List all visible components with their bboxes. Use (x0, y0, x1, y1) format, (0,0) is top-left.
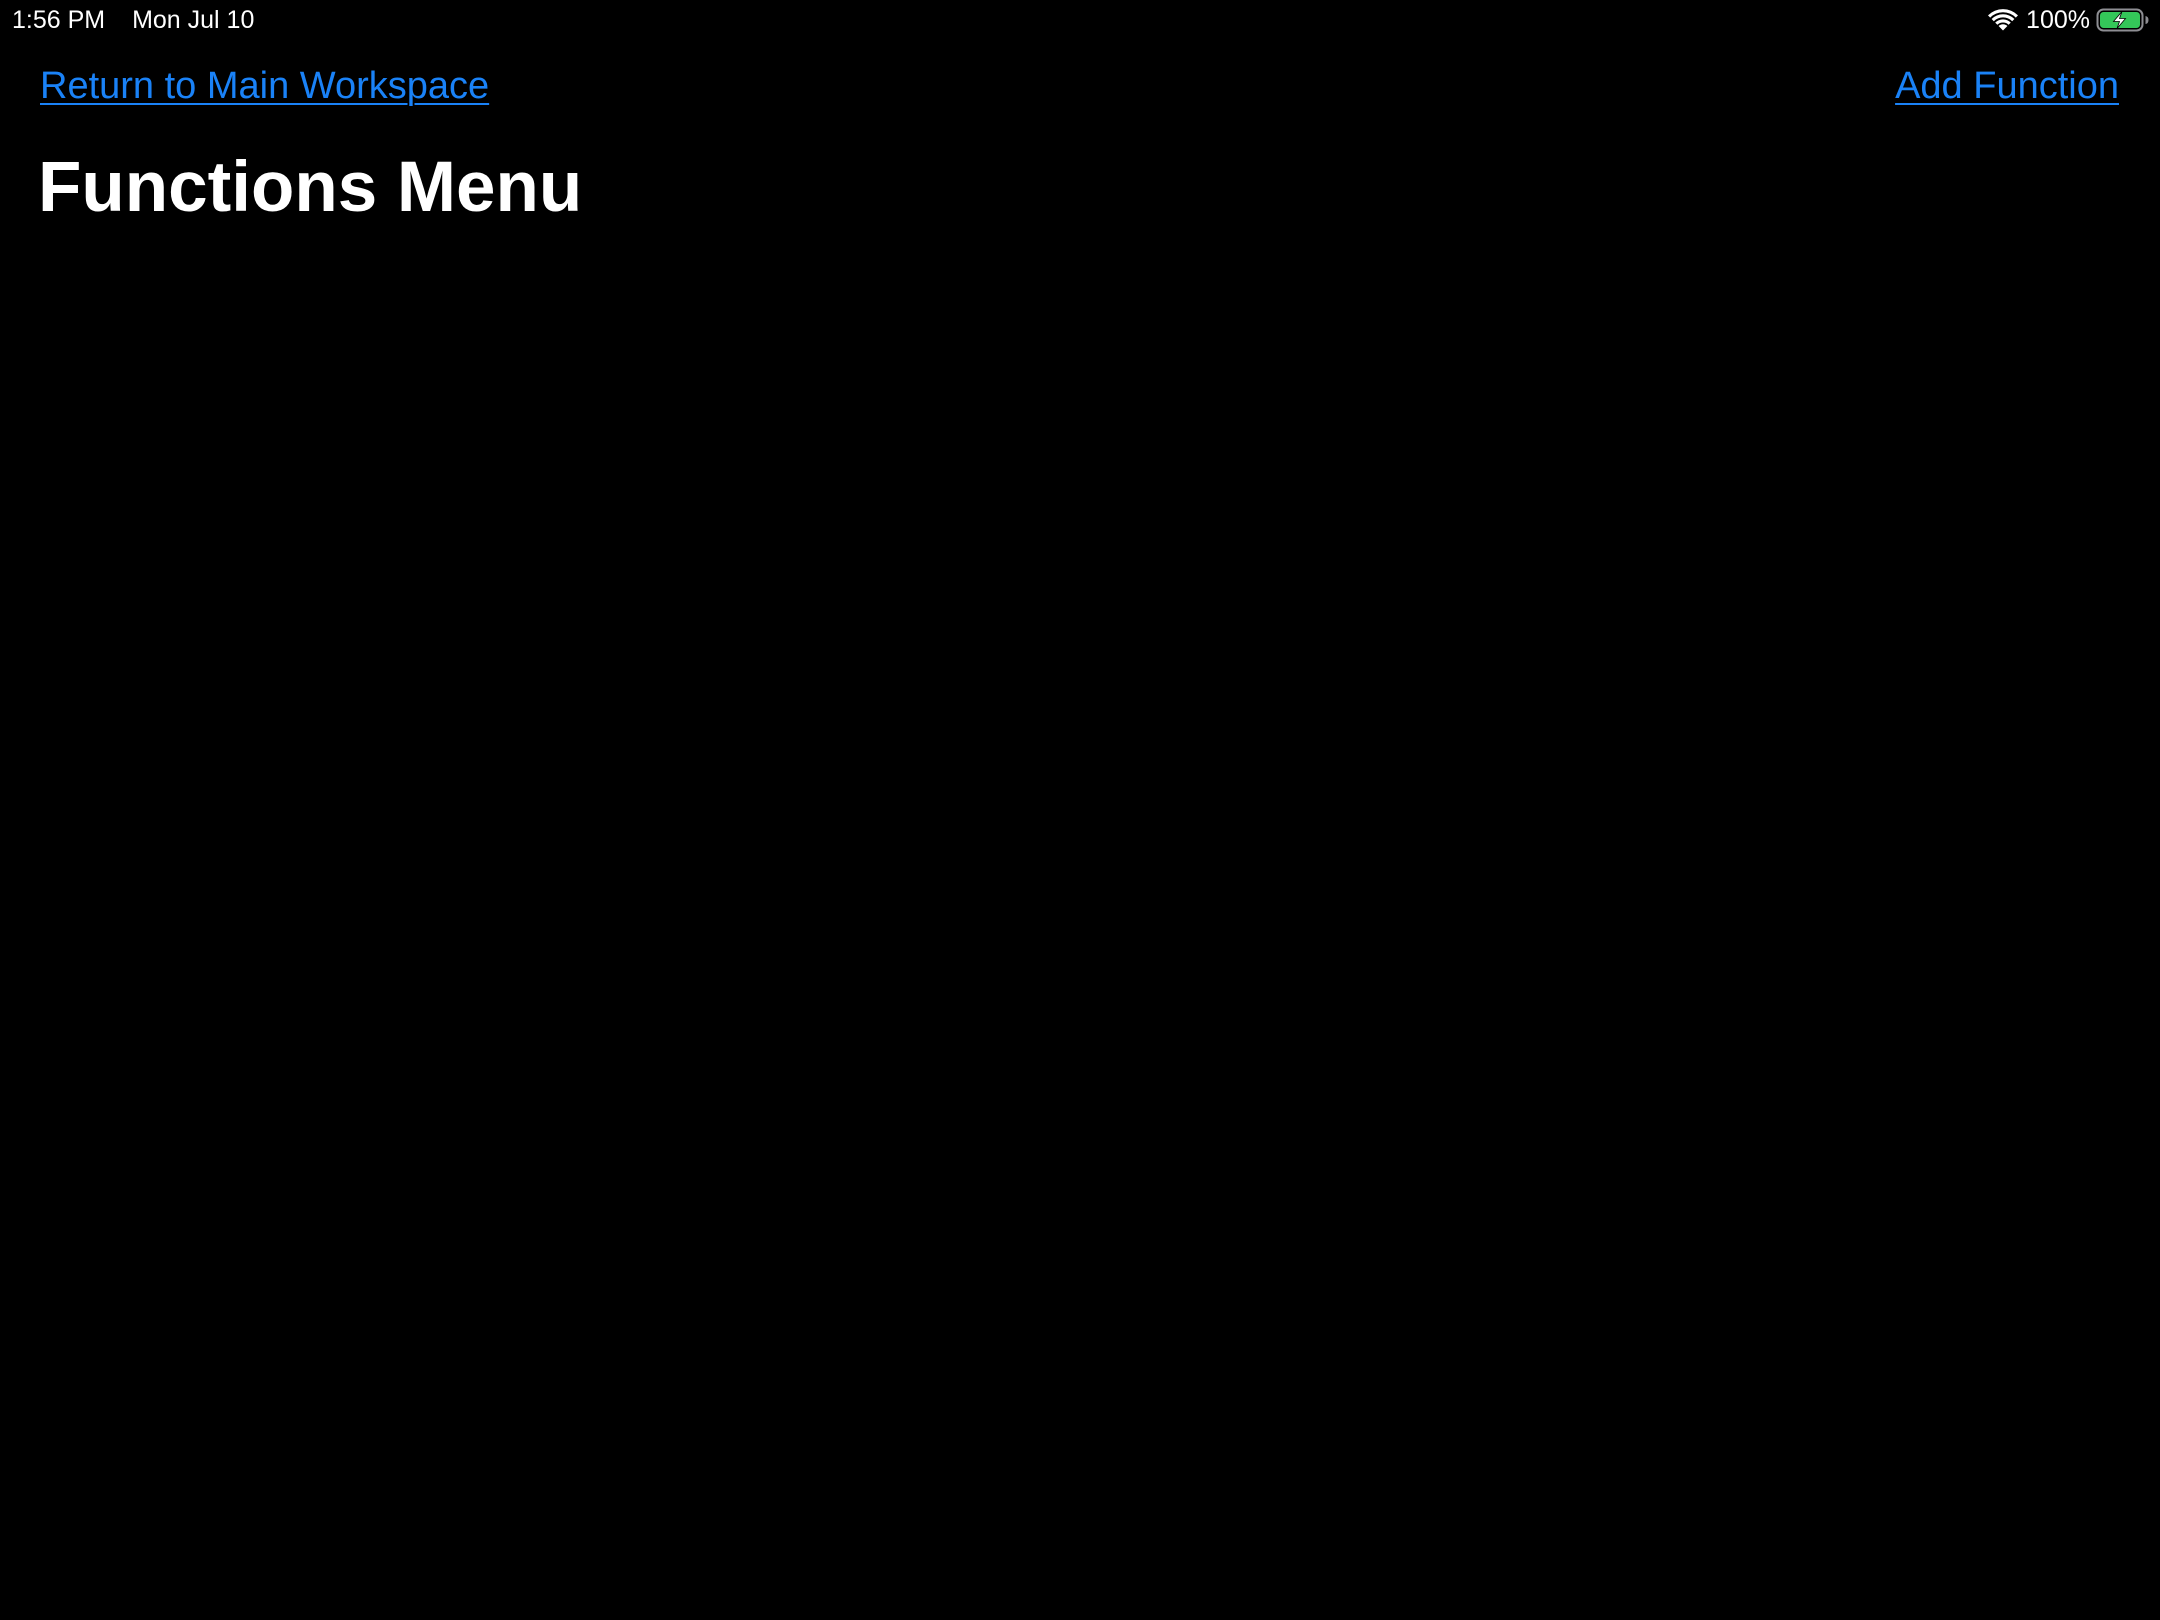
page-title: Functions Menu (38, 148, 583, 227)
battery-percent: 100% (2026, 6, 2090, 34)
status-time: 1:56 PM (12, 6, 106, 34)
status-bar: 1:56 PM Mon Jul 10 100% (0, 0, 2160, 40)
battery-charging-icon (2096, 8, 2149, 32)
status-bar-left: 1:56 PM Mon Jul 10 (12, 5, 254, 35)
status-date: Mon Jul 10 (132, 6, 255, 34)
status-bar-right: 100% (1986, 5, 2150, 35)
add-function-link[interactable]: Add Function (1895, 62, 2119, 110)
return-to-main-workspace-link[interactable]: Return to Main Workspace (40, 62, 489, 110)
wifi-icon (1988, 9, 2019, 31)
